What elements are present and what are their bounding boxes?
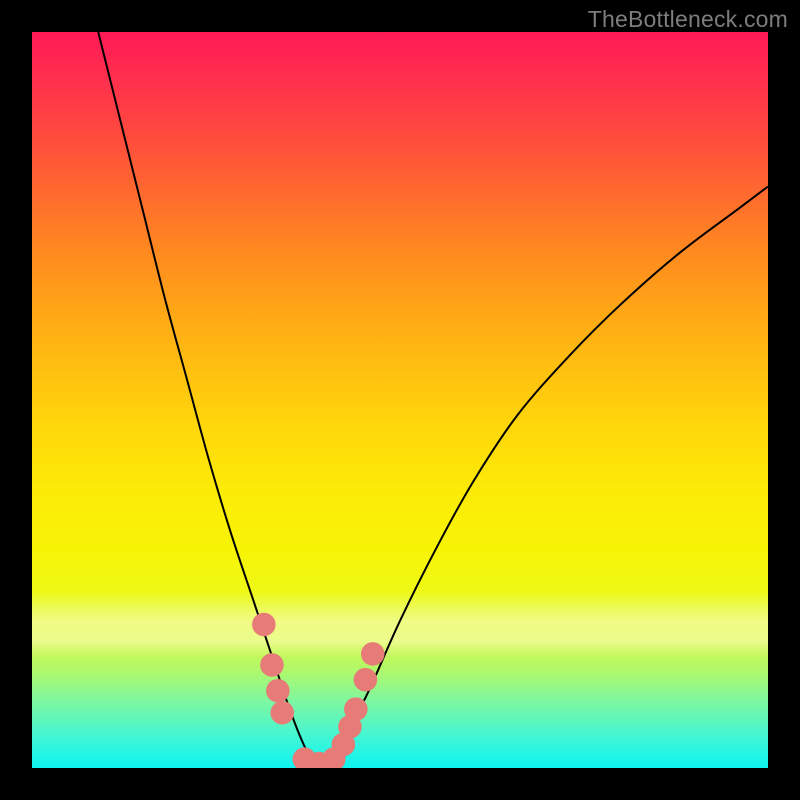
curve-marker xyxy=(361,642,385,666)
curve-layer xyxy=(32,32,768,768)
plot-panel xyxy=(32,32,768,768)
curve-marker xyxy=(344,697,368,721)
chart-frame: TheBottleneck.com xyxy=(0,0,800,800)
watermark-text: TheBottleneck.com xyxy=(588,6,788,33)
curve-markers xyxy=(252,613,384,768)
curve-marker xyxy=(260,653,284,677)
curve-marker xyxy=(252,613,276,637)
curve-marker xyxy=(270,701,294,725)
curve-marker xyxy=(266,679,290,703)
curve-marker xyxy=(354,668,378,692)
bottleneck-curve xyxy=(98,32,768,767)
